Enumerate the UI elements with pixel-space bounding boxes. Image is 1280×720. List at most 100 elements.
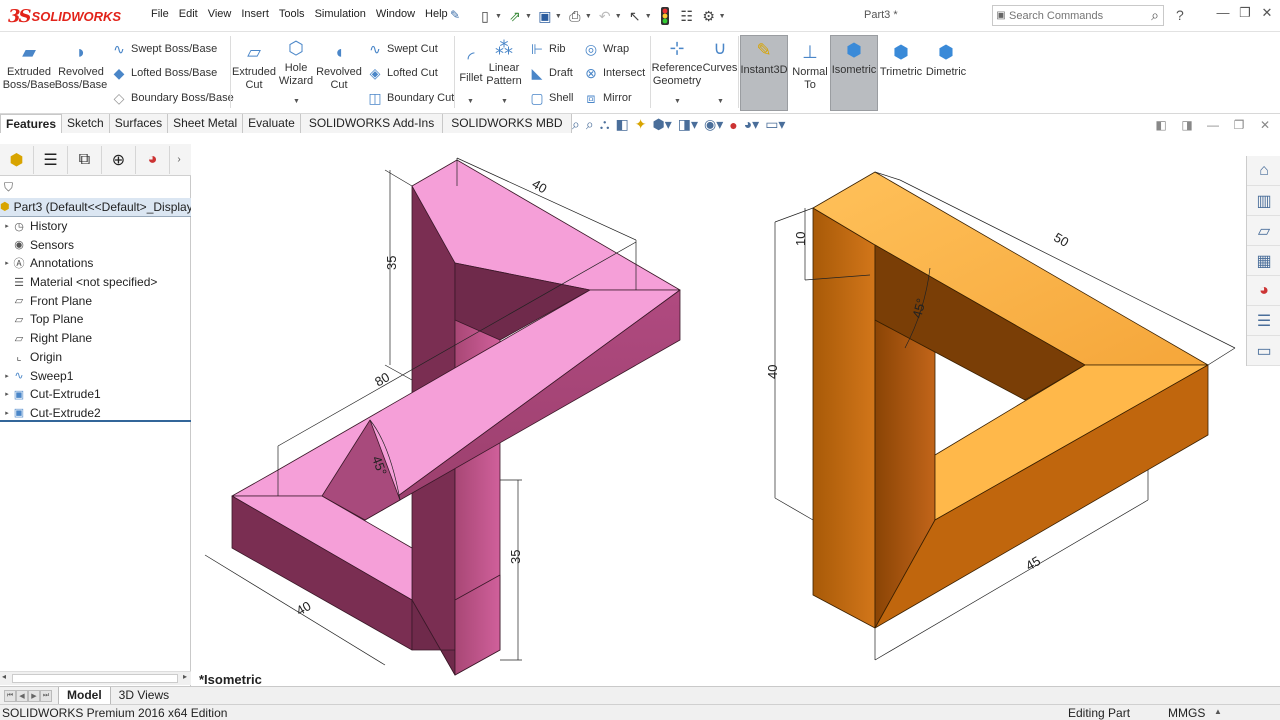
- minimize-icon[interactable]: —: [1212, 5, 1234, 21]
- lofted-boss-button[interactable]: ◆ Lofted Boss/Base: [110, 64, 218, 82]
- zoom-to-area-icon[interactable]: ⌕: [586, 116, 594, 133]
- section-view-icon[interactable]: ◧: [616, 116, 629, 133]
- wrap-button[interactable]: ◎ Wrap: [582, 40, 629, 58]
- normal-to-button[interactable]: ⊥ Normal To: [790, 40, 830, 92]
- menu-edit[interactable]: Edit: [174, 8, 203, 20]
- chevron-down-icon[interactable]: ▼: [719, 13, 726, 20]
- zoom-to-fit-icon[interactable]: ⌕: [572, 116, 580, 133]
- apply-scene-icon[interactable]: ◕▾: [744, 116, 759, 133]
- save-button[interactable]: ▣ ▼: [536, 5, 562, 27]
- tab-sketch[interactable]: Sketch: [62, 114, 110, 133]
- rollback-bar[interactable]: [0, 420, 191, 422]
- graphics-area[interactable]: 40 35 80 45° 35 40 10 50 45° 40 45: [192, 134, 1246, 686]
- dim-50[interactable]: 50: [1051, 230, 1071, 250]
- boundary-cut-button[interactable]: ◫ Boundary Cut: [366, 89, 454, 107]
- tab-evaluate[interactable]: Evaluate: [243, 114, 301, 133]
- shell-button[interactable]: ▢ Shell: [528, 89, 573, 107]
- tab-sheet-metal[interactable]: Sheet Metal: [168, 114, 244, 133]
- property-manager-tab-icon[interactable]: ☰: [34, 145, 68, 174]
- menu-view[interactable]: View: [203, 8, 237, 20]
- tree-item-history[interactable]: ▸ ◷ History: [0, 217, 191, 236]
- chevron-down-icon[interactable]: ▼: [293, 98, 300, 105]
- trimetric-button[interactable]: ⬢ Trimetric: [880, 40, 922, 79]
- tree-item-sensors[interactable]: ◉ Sensors: [0, 235, 191, 254]
- design-library-icon[interactable]: ▱: [1247, 216, 1280, 246]
- menu-simulation[interactable]: Simulation: [310, 8, 371, 20]
- unit-system-selector[interactable]: MMGS: [1168, 706, 1205, 720]
- linear-pattern-button[interactable]: ⁂ Linear Pattern: [486, 36, 522, 88]
- swept-cut-button[interactable]: ∿ Swept Cut: [366, 40, 438, 58]
- isometric-toggle[interactable]: ⬢ Isometric: [830, 35, 878, 111]
- search-icon[interactable]: ⌕: [1151, 7, 1159, 24]
- dim-35-right[interactable]: 35: [508, 550, 523, 564]
- viewport-collapse-icon[interactable]: ◧: [1152, 118, 1170, 132]
- tree-item-front-plane[interactable]: ▱ Front Plane: [0, 291, 191, 310]
- solidworks-logo[interactable]: 3S SOLIDWORKS: [8, 4, 121, 28]
- undo-button[interactable]: ↶ ▼: [596, 5, 622, 27]
- file-properties-button[interactable]: ☷: [678, 5, 696, 27]
- chevron-down-icon[interactable]: ▼: [467, 98, 474, 105]
- search-scope-icon[interactable]: ▣: [993, 10, 1009, 21]
- hole-wizard-button[interactable]: ⬡ Hole Wizard: [276, 36, 316, 88]
- dim-40-bottom[interactable]: 40: [294, 598, 314, 618]
- swept-boss-button[interactable]: ∿ Swept Boss/Base: [110, 40, 217, 58]
- boundary-boss-button[interactable]: ◇ Boundary Boss/Base: [110, 89, 234, 107]
- tab-addins[interactable]: SOLIDWORKS Add-Ins: [300, 114, 444, 133]
- scroll-left-icon[interactable]: ◂: [2, 672, 6, 681]
- menu-window[interactable]: Window: [371, 8, 420, 20]
- expand-arrow-icon[interactable]: ▸: [2, 372, 12, 380]
- close-icon[interactable]: ✕: [1256, 5, 1278, 21]
- chevron-down-icon[interactable]: ▼: [615, 13, 622, 20]
- dimetric-button[interactable]: ⬢ Dimetric: [924, 40, 968, 79]
- dimxpert-manager-tab-icon[interactable]: ⊕: [102, 145, 136, 174]
- chevron-down-icon[interactable]: ▼: [525, 13, 532, 20]
- custom-properties-icon[interactable]: ☰: [1247, 306, 1280, 336]
- viewport-restore-icon[interactable]: ❐: [1230, 118, 1248, 132]
- search-input[interactable]: [1009, 9, 1129, 22]
- tree-item-top-plane[interactable]: ▱ Top Plane: [0, 310, 191, 329]
- chevron-down-icon[interactable]: ▼: [495, 13, 502, 20]
- view-orientation-icon[interactable]: ⬢▾: [652, 116, 671, 133]
- tree-item-sweep1[interactable]: ▸ ∿ Sweep1: [0, 366, 191, 385]
- chevron-down-icon[interactable]: ▼: [585, 13, 592, 20]
- feature-tree-tab-icon[interactable]: ⬢: [0, 145, 34, 174]
- previous-view-icon[interactable]: ⛬: [600, 116, 610, 133]
- viewport-expand-icon[interactable]: ◨: [1178, 118, 1196, 132]
- scrollbar-thumb[interactable]: [12, 674, 178, 683]
- expand-arrow-icon[interactable]: ▸: [2, 222, 12, 230]
- mirror-button[interactable]: ⧈ Mirror: [582, 89, 632, 107]
- tree-item-material[interactable]: ☰ Material <not specified>: [0, 273, 191, 292]
- draft-button[interactable]: ◣ Draft: [528, 64, 573, 82]
- chevron-down-icon[interactable]: ▼: [717, 98, 724, 105]
- first-tab-icon[interactable]: ⏮: [4, 689, 16, 702]
- menu-help[interactable]: Help: [420, 8, 453, 20]
- reference-geometry-button[interactable]: ⊹ Reference Geometry: [652, 36, 703, 88]
- dim-45-right[interactable]: 45: [1023, 553, 1043, 573]
- dim-40-right[interactable]: 40: [765, 365, 780, 379]
- dim-40-top[interactable]: 40: [529, 176, 549, 196]
- appearances-icon[interactable]: ◕: [1247, 276, 1280, 306]
- tree-item-annotations[interactable]: ▸ Ⓐ Annotations: [0, 254, 191, 273]
- edit-appearance-icon[interactable]: ●: [729, 117, 737, 133]
- lofted-cut-button[interactable]: ◈ Lofted Cut: [366, 64, 438, 82]
- filter-icon[interactable]: ⛉: [4, 180, 13, 195]
- forum-icon[interactable]: ▭: [1247, 336, 1280, 366]
- chevron-up-icon[interactable]: ▲: [1214, 707, 1222, 716]
- display-style-icon[interactable]: ◨▾: [678, 116, 698, 133]
- chevron-down-icon[interactable]: ▼: [555, 13, 562, 20]
- display-manager-tab-icon[interactable]: ◕: [136, 145, 170, 174]
- tab-mbd[interactable]: SOLIDWORKS MBD: [443, 114, 572, 133]
- curves-button[interactable]: ∪ Curves: [703, 36, 738, 75]
- chevron-down-icon[interactable]: ▼: [674, 98, 681, 105]
- dim-35-left[interactable]: 35: [384, 256, 399, 270]
- menu-insert[interactable]: Insert: [236, 8, 274, 20]
- tree-root-part[interactable]: ⬢ Part3 (Default<<Default>_Display: [0, 198, 191, 217]
- rebuild-button[interactable]: [656, 5, 674, 27]
- tab-features[interactable]: Features: [0, 114, 63, 133]
- tab-model[interactable]: Model: [58, 687, 111, 704]
- revolved-boss-button[interactable]: ◗ Revolved Boss/Base: [55, 40, 108, 92]
- expand-arrow-icon[interactable]: ▸: [2, 390, 12, 398]
- menu-tools[interactable]: Tools: [274, 8, 310, 20]
- left-model-pink[interactable]: [231, 159, 681, 676]
- tab-3d-views[interactable]: 3D Views: [111, 687, 177, 704]
